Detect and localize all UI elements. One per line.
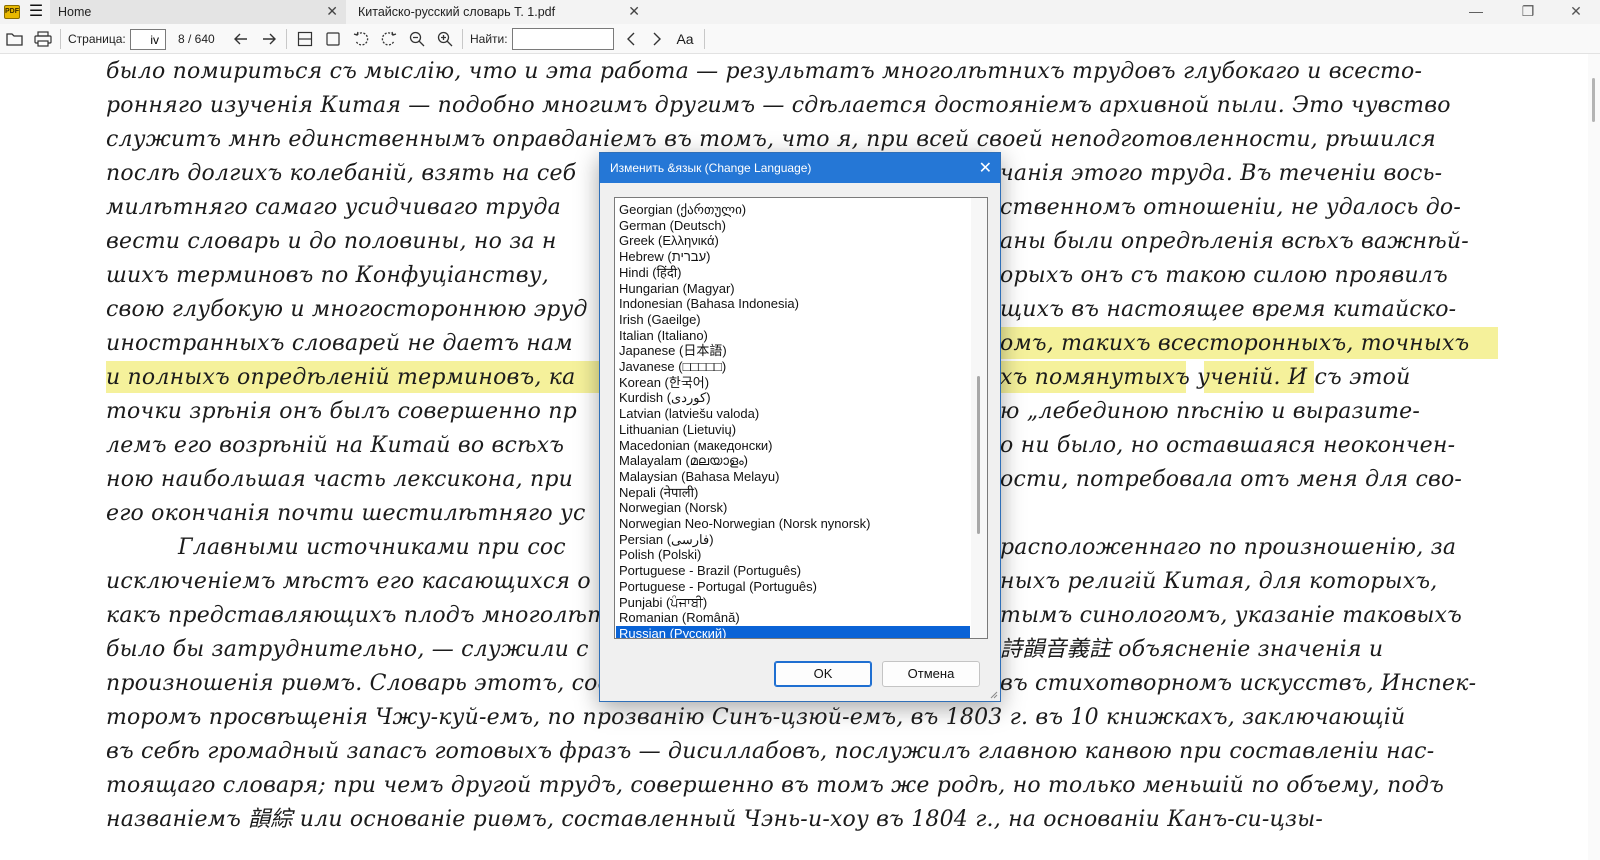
language-listbox[interactable]: Georgian (ქართული) German (Deutsch) Greek … — [614, 197, 988, 639]
fit-page-icon[interactable] — [294, 28, 316, 50]
page-label: Страница: — [68, 32, 126, 46]
restore-button[interactable]: ❐ — [1508, 0, 1548, 24]
toolbar-divider — [286, 29, 287, 49]
language-option[interactable]: Georgian (ქართული) — [616, 202, 970, 218]
print-icon[interactable] — [32, 28, 54, 50]
language-option[interactable]: Malaysian (Bahasa Melayu) — [616, 469, 970, 485]
language-option[interactable]: Romanian (Română) — [616, 610, 970, 626]
language-option[interactable]: Kurdish (کوردی) — [616, 390, 970, 406]
text-line-right: расположеннаго по произношенію, за — [1000, 535, 1457, 560]
text-line: было помириться съ мыслію, что и эта раб… — [106, 59, 1423, 84]
find-next-icon[interactable] — [646, 28, 668, 50]
language-option[interactable]: Polish (Polski) — [616, 547, 970, 563]
text-line-right: о ни было, но оставшаяся неокончен- — [1000, 433, 1456, 458]
toolbar-divider — [462, 29, 463, 49]
language-option[interactable]: Punjabi (ਪੰਜਾਬੀ) — [616, 595, 970, 611]
tab-document-label: Китайско-русский словарь Т. 1.pdf — [358, 5, 556, 19]
tab-home-label: Home — [58, 5, 92, 19]
language-option[interactable]: Hungarian (Magyar) — [616, 281, 970, 297]
scrollbar-thumb[interactable] — [1592, 78, 1595, 122]
language-option[interactable]: Persian (فارسی) — [616, 532, 970, 548]
text-line-right: аны были опредѣленія всѣхъ важнѣй- — [1000, 229, 1469, 254]
listbox-scrollbar[interactable] — [971, 198, 987, 638]
toolbar: Страница: 8 / 640 Найти: Aa — [0, 24, 1600, 54]
rotate-left-icon[interactable] — [350, 28, 372, 50]
tab-bar: PDF ☰ Home ✕ Китайско-русский словарь Т.… — [0, 0, 1600, 24]
minimize-button[interactable]: — — [1456, 0, 1496, 24]
text-line-right: чанія этого труда. Въ теченіи вось- — [1000, 161, 1443, 186]
cancel-button[interactable]: Отмена — [882, 661, 980, 687]
language-option[interactable]: Greek (Ελληνικά) — [616, 233, 970, 249]
text-line-right: омъ, такихъ всесторонныхъ, точныхъ — [1000, 331, 1470, 356]
text-line-right: въ стихотворномъ искусствъ, Инспек- — [1000, 671, 1477, 696]
text-line: тоящаго словаря; при чемъ другой трудъ, … — [106, 773, 1444, 798]
text-line-right: щихъ въ настоящее время китайско- — [1000, 297, 1457, 322]
language-option[interactable]: Japanese (日本語) — [616, 343, 970, 359]
page-count: 8 / 640 — [178, 32, 215, 46]
language-option[interactable]: Macedonian (македонски) — [616, 438, 970, 454]
language-option[interactable]: Nepali (नेपाली) — [616, 485, 970, 501]
ok-button[interactable]: OK — [774, 661, 872, 687]
text-line-right: ю „лебединою пѣснію и выразите- — [1000, 399, 1420, 424]
find-input[interactable] — [512, 28, 614, 50]
zoom-out-icon[interactable] — [406, 28, 428, 50]
find-label: Найти: — [470, 32, 508, 46]
app-logo-icon[interactable]: PDF — [4, 5, 20, 19]
toolbar-divider — [704, 29, 705, 49]
text-line: въ себѣ громадный запасъ готовыхъ фразъ … — [106, 739, 1435, 764]
language-option[interactable]: Malayalam (മലയാളം) — [616, 453, 970, 469]
language-option[interactable]: Lithuanian (Lietuvių) — [616, 422, 970, 438]
window-close-button[interactable]: ✕ — [1556, 0, 1596, 24]
language-option[interactable]: Russian (Русский) — [616, 625, 970, 638]
language-option[interactable]: Italian (Italiano) — [616, 328, 970, 344]
tab-home[interactable]: Home ✕ — [50, 0, 346, 24]
text-line-right: ственномъ отношеніи, не удалось до- — [1000, 195, 1462, 220]
language-option[interactable]: Norwegian Neo-Norwegian (Norsk nynorsk) — [616, 516, 970, 532]
text-line: ронняго изученія Китая — подобно многимъ… — [106, 93, 1451, 118]
language-option[interactable]: Korean (한국어) — [616, 375, 970, 391]
dialog-title-bar[interactable]: Изменить &язык (Change Language) ✕ — [600, 153, 1000, 183]
listbox-scrollbar-thumb[interactable] — [977, 376, 980, 534]
language-option[interactable]: Hindi (हिंदी) — [616, 265, 970, 281]
text-line-right: ости, потребовала отъ меня для сво- — [1000, 467, 1463, 492]
dialog-title: Изменить &язык (Change Language) — [610, 161, 812, 175]
language-option[interactable]: Hebrew (עברית) — [616, 249, 970, 265]
text-line-right: хъ помянутыхъ ученій. И съ этой — [1000, 365, 1411, 390]
resize-grip-icon[interactable] — [988, 689, 998, 699]
language-option[interactable]: Irish (Gaeilge) — [616, 312, 970, 328]
language-option[interactable]: German (Deutsch) — [616, 218, 970, 234]
language-option[interactable]: Norwegian (Norsk) — [616, 500, 970, 516]
close-icon[interactable]: ✕ — [628, 3, 640, 20]
text-line-right: 詩韻音義註 объясненіе значенія и — [1000, 637, 1384, 662]
rotate-right-icon[interactable] — [378, 28, 400, 50]
text-line-right: орыхъ онъ съ такою силою проявилъ — [1000, 263, 1448, 288]
language-option[interactable]: Latvian (latviešu valoda) — [616, 406, 970, 422]
change-language-dialog: Изменить &язык (Change Language) ✕ Georg… — [599, 152, 1001, 702]
tab-document[interactable]: Китайско-русский словарь Т. 1.pdf ✕ — [348, 0, 648, 24]
fit-width-icon[interactable] — [322, 28, 344, 50]
language-option[interactable]: Portuguese - Brazil (Português) — [616, 563, 970, 579]
match-case-icon[interactable]: Aa — [674, 28, 696, 50]
toolbar-divider — [60, 29, 61, 49]
close-icon[interactable]: ✕ — [326, 3, 338, 20]
text-line-right: тымъ синологомъ, указаніе таковыхъ — [1000, 603, 1463, 628]
page-number-input[interactable] — [130, 29, 166, 50]
text-line: торомъ просвѣщенія Чжу-куй-емъ, по прозв… — [106, 705, 1406, 730]
menu-icon[interactable]: ☰ — [26, 3, 46, 21]
vertical-scrollbar[interactable] — [1588, 54, 1600, 860]
text-line-right: ныхъ религій Китая, для которыхъ, — [1000, 569, 1438, 594]
language-option[interactable]: Portuguese - Portugal (Português) — [616, 579, 970, 595]
zoom-in-icon[interactable] — [434, 28, 456, 50]
text-line: названіемъ 韻綜 или основаніе риѳмъ, соста… — [106, 807, 1323, 832]
forward-arrow-icon[interactable] — [258, 28, 280, 50]
close-icon[interactable]: ✕ — [979, 158, 992, 178]
find-prev-icon[interactable] — [620, 28, 642, 50]
open-folder-icon[interactable] — [4, 28, 26, 50]
language-option[interactable]: Javanese (□□□□□) — [616, 359, 970, 375]
language-option[interactable]: Indonesian (Bahasa Indonesia) — [616, 296, 970, 312]
back-arrow-icon[interactable] — [230, 28, 252, 50]
